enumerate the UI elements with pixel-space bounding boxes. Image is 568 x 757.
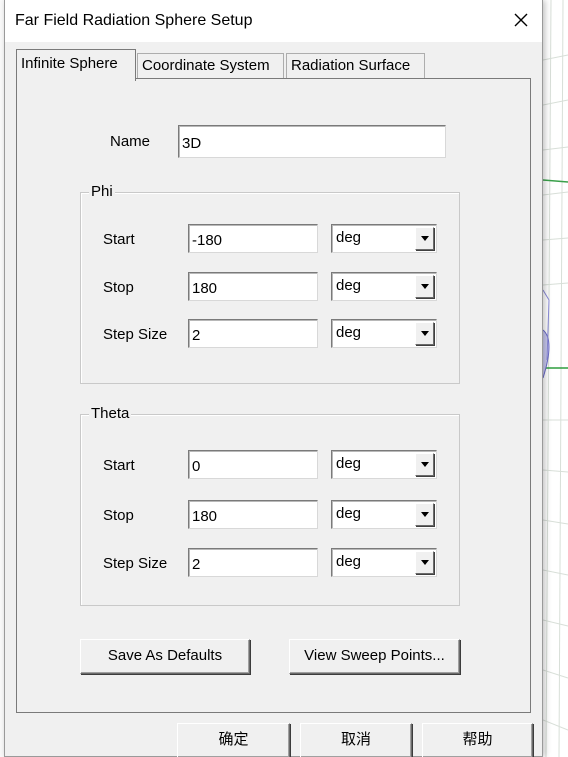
name-input[interactable] <box>178 125 446 158</box>
theta-start-input[interactable] <box>188 450 318 479</box>
title-bar: Far Field Radiation Sphere Setup <box>5 0 542 42</box>
theta-start-unit-value: deg <box>336 455 362 472</box>
theta-stop-unit-value: deg <box>336 505 362 522</box>
dropdown-button[interactable] <box>415 551 434 574</box>
tab-infinite-sphere[interactable]: Infinite Sphere <box>16 49 136 81</box>
phi-start-unit-select[interactable]: deg <box>331 224 437 253</box>
phi-step-input[interactable] <box>188 319 318 348</box>
tab-label: Coordinate System <box>142 57 270 74</box>
phi-stop-unit-select[interactable]: deg <box>331 272 437 301</box>
phi-start-unit-value: deg <box>336 229 362 246</box>
phi-group: Phi Start deg Stop deg Step Size deg <box>80 183 460 384</box>
phi-group-title: Phi <box>89 183 115 200</box>
save-as-defaults-button[interactable]: Save As Defaults <box>80 639 250 674</box>
phi-step-unit-value: deg <box>336 324 362 341</box>
view-sweep-points-button[interactable]: View Sweep Points... <box>289 639 460 674</box>
window-title: Far Field Radiation Sphere Setup <box>15 12 253 29</box>
phi-start-input[interactable] <box>188 224 318 253</box>
theta-group: Theta Start deg Stop deg Step Size deg <box>80 405 460 606</box>
tab-radiation-surface[interactable]: Radiation Surface <box>286 53 425 79</box>
theta-stop-label: Stop <box>103 507 134 524</box>
theta-stop-input[interactable] <box>188 500 318 529</box>
phi-stop-input[interactable] <box>188 272 318 301</box>
chevron-down-icon <box>421 284 429 289</box>
phi-step-label: Step Size <box>103 326 168 343</box>
theta-step-label: Step Size <box>103 555 168 572</box>
theta-start-unit-select[interactable]: deg <box>331 450 437 479</box>
theta-step-input[interactable] <box>188 548 318 577</box>
phi-step-unit-select[interactable]: deg <box>331 319 437 348</box>
chevron-down-icon <box>421 560 429 565</box>
far-field-setup-dialog: Far Field Radiation Sphere Setup Infinit… <box>4 0 543 757</box>
background-3d-view <box>543 0 568 757</box>
infinite-sphere-panel: Name Phi Start deg Stop deg Step Size de… <box>16 78 531 713</box>
theta-group-title: Theta <box>89 405 132 422</box>
chevron-down-icon <box>421 512 429 517</box>
theta-stop-unit-select[interactable]: deg <box>331 500 437 529</box>
theta-start-label: Start <box>103 457 135 474</box>
phi-stop-label: Stop <box>103 279 134 296</box>
tab-label: Radiation Surface <box>291 57 411 74</box>
dropdown-button[interactable] <box>415 503 434 526</box>
dropdown-button[interactable] <box>415 275 434 298</box>
help-button[interactable]: 帮助 <box>422 723 533 757</box>
close-icon[interactable] <box>510 9 532 31</box>
cancel-button[interactable]: 取消 <box>300 723 412 757</box>
chevron-down-icon <box>421 236 429 241</box>
phi-stop-unit-value: deg <box>336 277 362 294</box>
dropdown-button[interactable] <box>415 227 434 250</box>
chevron-down-icon <box>421 331 429 336</box>
dropdown-button[interactable] <box>415 453 434 476</box>
theta-step-unit-select[interactable]: deg <box>331 548 437 577</box>
tab-coordinate-system[interactable]: Coordinate System <box>137 53 284 79</box>
dropdown-button[interactable] <box>415 322 434 345</box>
name-label: Name <box>110 133 151 150</box>
chevron-down-icon <box>421 462 429 467</box>
ok-button[interactable]: 确定 <box>177 723 290 757</box>
theta-step-unit-value: deg <box>336 553 362 570</box>
tab-label: Infinite Sphere <box>21 55 118 72</box>
phi-start-label: Start <box>103 231 135 248</box>
